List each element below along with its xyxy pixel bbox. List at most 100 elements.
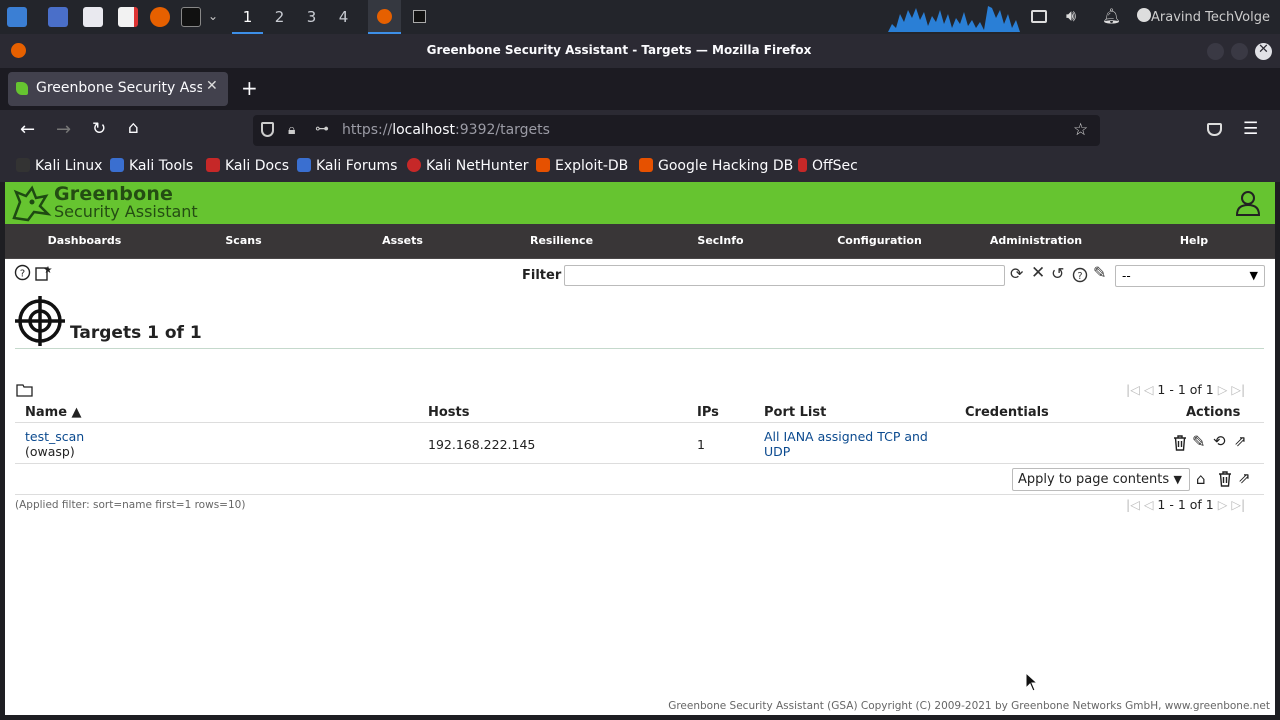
shield-icon[interactable]	[261, 122, 274, 137]
last-page-icon[interactable]: ▷|	[1231, 382, 1245, 397]
workspace-4[interactable]: 4	[328, 0, 359, 34]
bookmark-offsec[interactable]: OffSec	[798, 158, 858, 174]
new-tab-button[interactable]: +	[241, 76, 258, 100]
hamburger-menu-icon[interactable]: ☰	[1243, 119, 1258, 139]
forward-arrow-icon[interactable]: →	[56, 119, 71, 140]
bookmark-kali-tools[interactable]: Kali Tools	[110, 158, 193, 174]
column-hosts[interactable]: Hosts	[428, 405, 470, 420]
workspace-2[interactable]: 2	[264, 0, 295, 34]
refresh-filter-icon[interactable]: ⟳	[1010, 264, 1023, 283]
first-page-icon[interactable]: |◁	[1126, 497, 1140, 512]
terminal-launcher-icon[interactable]	[181, 7, 201, 27]
page-title: Targets 1 of 1	[70, 323, 202, 343]
bulk-select[interactable]: Apply to page contents ▼	[1012, 468, 1190, 491]
greenbone-dragon-logo-icon[interactable]	[10, 184, 52, 222]
text-editor-icon[interactable]	[118, 7, 138, 27]
last-page-icon[interactable]: ▷|	[1231, 497, 1245, 512]
lock-icon[interactable]: 🔒︎	[288, 122, 295, 138]
first-page-icon[interactable]: |◁	[1126, 382, 1140, 397]
next-page-icon[interactable]: ▷	[1218, 497, 1228, 512]
filter-select[interactable]: -- ▼	[1115, 265, 1265, 287]
bookmark-label: Kali Docs	[225, 158, 290, 174]
bookmark-kali-nethunter[interactable]: Kali NetHunter	[407, 158, 528, 174]
bulk-trash-icon[interactable]	[1217, 470, 1233, 488]
menu-configuration[interactable]: Configuration	[800, 224, 959, 259]
previous-page-icon[interactable]: ◁	[1144, 497, 1154, 512]
task-firefox[interactable]	[368, 0, 401, 34]
display-icon[interactable]	[1031, 10, 1047, 23]
port-list-link-line2[interactable]: UDP	[764, 444, 790, 459]
kali-tools-icon	[110, 158, 124, 172]
menu-help[interactable]: Help	[1113, 224, 1275, 259]
new-target-icon[interactable]: ★	[35, 264, 53, 281]
tab-close-icon[interactable]: ✕	[206, 78, 218, 94]
bookmark-google-hacking-db[interactable]: Google Hacking DB	[639, 158, 793, 174]
reset-filter-icon[interactable]: ↺	[1051, 264, 1064, 283]
clone-icon[interactable]: ⟲	[1213, 432, 1226, 450]
pocket-icon[interactable]	[1207, 123, 1222, 136]
back-arrow-icon[interactable]: ←	[20, 119, 35, 140]
tab-greenbone[interactable]: Greenbone Security Assis ✕	[8, 72, 228, 106]
trash-icon[interactable]	[1172, 434, 1188, 452]
url-text[interactable]: https://localhost:9392/targets	[342, 122, 550, 138]
filter-input[interactable]	[564, 265, 1005, 286]
bookmark-exploit-db[interactable]: Exploit-DB	[536, 158, 628, 174]
edit-filter-icon[interactable]: ✎	[1093, 263, 1106, 282]
filter-help-icon[interactable]: ?	[1072, 267, 1088, 283]
menu-administration[interactable]: Administration	[959, 224, 1113, 259]
bulk-export-icon[interactable]: ⇗	[1238, 469, 1251, 487]
home-icon[interactable]: ⌂	[128, 118, 139, 138]
workspace-3[interactable]: 3	[296, 0, 327, 34]
window-title: Greenbone Security Assistant - Targets —…	[426, 43, 812, 57]
bookmark-kali-docs[interactable]: Kali Docs	[206, 158, 289, 174]
bulk-select-value: Apply to page contents	[1018, 472, 1170, 487]
tab-title: Greenbone Security Assis	[36, 80, 202, 96]
menu-dashboards[interactable]: Dashboards	[5, 224, 164, 259]
navigation-toolbar: ← → ↻ ⌂ 🔒︎ ⊶ https://localhost:9392/targ…	[0, 110, 1280, 152]
volume-icon[interactable]: 🔊︎	[1066, 6, 1076, 26]
chevron-down-icon: ▼	[1249, 269, 1258, 282]
firefox-launcher-icon[interactable]	[150, 7, 170, 27]
notification-bell-icon[interactable]: 🔔︎	[1102, 7, 1121, 25]
minimize-button[interactable]	[1207, 43, 1224, 60]
menu-resilience[interactable]: Resilience	[482, 224, 641, 259]
target-name-link[interactable]: test_scan	[25, 429, 84, 444]
tag-icon[interactable]: ⌂	[1196, 470, 1206, 488]
workspace-1[interactable]: 1	[232, 0, 263, 34]
export-icon[interactable]: ⇗	[1234, 432, 1247, 450]
close-window-button[interactable]: ✕	[1255, 42, 1272, 60]
menu-assets[interactable]: Assets	[323, 224, 482, 259]
column-credentials[interactable]: Credentials	[965, 405, 1049, 420]
logo-line-2: Security Assistant	[54, 202, 198, 221]
launcher-chevron-down-icon[interactable]: ⌄	[208, 9, 218, 23]
help-icon[interactable]: ?	[14, 264, 31, 281]
target-comment: (owasp)	[25, 444, 75, 459]
reload-icon[interactable]: ↻	[92, 119, 106, 139]
bookmark-star-icon[interactable]: ☆	[1073, 120, 1088, 140]
offsec-icon	[798, 158, 807, 172]
file-manager-icon[interactable]	[83, 7, 103, 27]
power-icon[interactable]	[1137, 8, 1151, 22]
folder-icon[interactable]	[16, 382, 34, 397]
permissions-key-icon[interactable]: ⊶	[315, 121, 329, 137]
task-terminal[interactable]	[408, 0, 430, 34]
url-bar[interactable]: 🔒︎ ⊶ https://localhost:9392/targets ☆	[253, 115, 1100, 146]
show-desktop-icon[interactable]	[48, 7, 68, 27]
previous-page-icon[interactable]: ◁	[1144, 382, 1154, 397]
user-menu-icon[interactable]	[1234, 189, 1262, 217]
maximize-button[interactable]	[1231, 43, 1248, 60]
bookmark-kali-linux[interactable]: Kali Linux	[16, 158, 102, 174]
column-name[interactable]: Name ▲	[25, 405, 82, 420]
port-list-link-line1[interactable]: All IANA assigned TCP and	[764, 429, 928, 444]
column-port-list[interactable]: Port List	[764, 405, 826, 420]
clear-filter-icon[interactable]: ✕	[1031, 263, 1045, 283]
menu-secinfo[interactable]: SecInfo	[641, 224, 800, 259]
kali-menu-icon[interactable]	[7, 7, 27, 27]
bookmark-kali-forums[interactable]: Kali Forums	[297, 158, 397, 174]
cpu-graph	[888, 4, 1020, 32]
column-ips[interactable]: IPs	[697, 405, 719, 420]
next-page-icon[interactable]: ▷	[1218, 382, 1228, 397]
menu-scans[interactable]: Scans	[164, 224, 323, 259]
edit-icon[interactable]: ✎	[1192, 432, 1205, 451]
row-divider	[15, 463, 1264, 464]
